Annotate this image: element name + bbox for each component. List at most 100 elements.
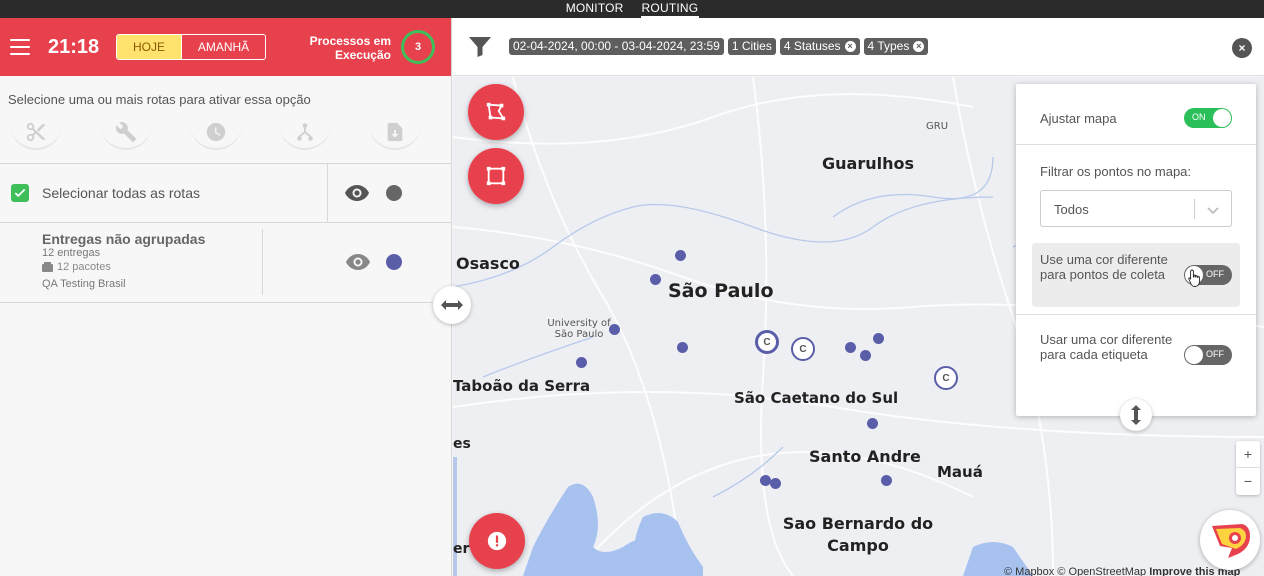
route-deliveries: 12 entregas xyxy=(42,247,101,259)
panel-header: 21:18 HOJE AMANHÃ Processos em Execução … xyxy=(0,18,451,76)
package-icon xyxy=(42,262,53,272)
delivery-point[interactable] xyxy=(873,333,884,344)
delivery-point[interactable] xyxy=(770,478,781,489)
delivery-point[interactable] xyxy=(650,274,661,285)
horizontal-arrows-icon xyxy=(441,300,463,310)
select-all-checkbox[interactable] xyxy=(11,184,29,202)
top-nav: MONITOR ROUTING xyxy=(0,0,1264,18)
filter-chip-statuses[interactable]: 4 Statuses × xyxy=(779,38,860,55)
delivery-point[interactable] xyxy=(677,342,688,353)
adjust-map-toggle[interactable]: ON xyxy=(1184,108,1232,128)
vertical-arrows-icon xyxy=(1131,405,1141,425)
map-settings-panel: Ajustar mapa ON Filtrar os pontos no map… xyxy=(1016,84,1256,416)
map-label-partial-es: es xyxy=(453,436,471,452)
nav-routing[interactable]: ROUTING xyxy=(640,0,700,18)
delivery-point[interactable] xyxy=(609,324,620,335)
processes-count-badge[interactable]: 3 xyxy=(401,30,435,64)
collection-point[interactable]: C xyxy=(755,330,779,354)
scissors-icon xyxy=(26,122,46,142)
eye-icon[interactable] xyxy=(345,185,369,201)
hand-cursor-icon xyxy=(1188,269,1200,287)
rectangle-select-icon xyxy=(486,166,506,186)
route-icon xyxy=(297,123,314,141)
settings-resize-handle[interactable] xyxy=(1120,399,1152,431)
alert-icon xyxy=(487,531,507,551)
processes-label: Processos em Execução xyxy=(309,34,391,62)
filter-icon[interactable] xyxy=(469,36,491,57)
today-button[interactable]: HOJE xyxy=(117,35,181,59)
filter-points-row: Filtrar os pontos no mapa: Todos Use uma… xyxy=(1016,145,1256,315)
delivery-point[interactable] xyxy=(576,357,587,368)
map-label-santo-andre: Santo Andre xyxy=(809,447,921,466)
route-item[interactable]: Entregas não agrupadas 12 entregas 12 pa… xyxy=(0,223,451,303)
delivery-point[interactable] xyxy=(860,350,871,361)
divider xyxy=(262,229,263,295)
map-label-gru: GRU xyxy=(926,121,949,132)
edit-route-button[interactable] xyxy=(99,116,152,150)
delivery-point[interactable] xyxy=(881,475,892,486)
filter-chip-cities[interactable]: 1 Cities xyxy=(727,38,776,55)
delivery-point[interactable] xyxy=(867,418,878,429)
tag-color-label: Usar uma cor diferente para cada etiquet… xyxy=(1040,332,1173,362)
day-toggle: HOJE AMANHÃ xyxy=(116,34,266,60)
delivery-point[interactable] xyxy=(675,250,686,261)
filter-points-select[interactable]: Todos xyxy=(1040,190,1232,227)
map-label-maua: Mauá xyxy=(937,463,983,481)
draw-polygon-button[interactable] xyxy=(468,84,524,140)
select-all-row: Selecionar todas as rotas xyxy=(0,164,451,223)
polygon-icon xyxy=(486,102,506,121)
draw-rectangle-button[interactable] xyxy=(468,148,524,204)
filter-chip-date[interactable]: 02-04-2024, 00:00 - 03-04-2024, 23:59 xyxy=(509,38,724,55)
filter-chip-types[interactable]: 4 Types × xyxy=(863,38,929,55)
app-logo-button[interactable] xyxy=(1200,510,1260,570)
divider xyxy=(327,164,328,222)
nav-monitor[interactable]: MONITOR xyxy=(565,0,625,18)
route-color-dot[interactable] xyxy=(386,185,402,201)
panel-resize-handle[interactable] xyxy=(433,286,471,324)
route-tools xyxy=(0,110,451,164)
remove-chip-icon[interactable]: × xyxy=(913,41,925,52)
map-label-osasco: Osasco xyxy=(456,254,520,273)
alert-button[interactable] xyxy=(469,513,525,569)
collect-color-label: Use uma cor diferente para pontos de col… xyxy=(1040,252,1168,282)
route-title: Entregas não agrupadas xyxy=(42,231,206,247)
menu-icon[interactable] xyxy=(10,39,30,55)
adjust-map-label: Ajustar mapa xyxy=(1040,111,1117,126)
map-attribution: © Mapbox © OpenStreetMap Improve this ma… xyxy=(1004,566,1241,576)
tomorrow-button[interactable]: AMANHÃ xyxy=(181,35,265,59)
filter-bar: 02-04-2024, 00:00 - 03-04-2024, 23:59 1 … xyxy=(453,18,1264,76)
zoom-out-button[interactable]: − xyxy=(1236,468,1260,495)
split-route-button[interactable] xyxy=(10,116,62,150)
map-label-sao-caetano: São Caetano do Sul xyxy=(734,389,899,407)
map-label-sao-bernardo: Sao Bernardo do Campo xyxy=(782,514,934,555)
schedule-route-button[interactable] xyxy=(189,116,242,150)
zoom-controls: + − xyxy=(1236,441,1260,495)
map-label-guarulhos: Guarulhos xyxy=(822,154,914,173)
export-route-button[interactable] xyxy=(369,116,421,150)
clear-filters-button[interactable]: × xyxy=(1232,38,1252,58)
route-company: QA Testing Brasil xyxy=(42,278,126,290)
tag-color-row: Usar uma cor diferente para cada etiquet… xyxy=(1016,315,1256,395)
adjust-map-row: Ajustar mapa ON xyxy=(1016,84,1256,145)
collect-color-option: Use uma cor diferente para pontos de col… xyxy=(1032,243,1240,307)
download-icon xyxy=(387,122,403,142)
tag-color-toggle[interactable]: OFF xyxy=(1184,345,1232,365)
optimize-route-button[interactable] xyxy=(279,116,332,150)
eye-icon[interactable] xyxy=(346,254,370,270)
route-packages-text: 12 pacotes xyxy=(57,261,111,273)
zoom-in-button[interactable]: + xyxy=(1236,441,1260,468)
selection-hint: Selecione uma ou mais rotas para ativar … xyxy=(8,92,311,107)
delivery-point[interactable] xyxy=(845,342,856,353)
clock-icon xyxy=(206,122,225,142)
check-icon xyxy=(14,188,26,198)
route-color-dot[interactable] xyxy=(386,254,402,270)
chevron-down-icon xyxy=(1207,207,1219,215)
collection-point[interactable]: C xyxy=(791,337,815,361)
remove-chip-icon[interactable]: × xyxy=(844,41,856,52)
collection-point[interactable]: C xyxy=(934,366,958,390)
filter-points-label: Filtrar os pontos no mapa: xyxy=(1040,164,1192,179)
filter-points-value: Todos xyxy=(1054,202,1089,217)
map-label-partial-er: er xyxy=(453,541,470,557)
map-label-usp: University of São Paulo xyxy=(547,318,611,340)
wrench-icon xyxy=(115,122,136,143)
